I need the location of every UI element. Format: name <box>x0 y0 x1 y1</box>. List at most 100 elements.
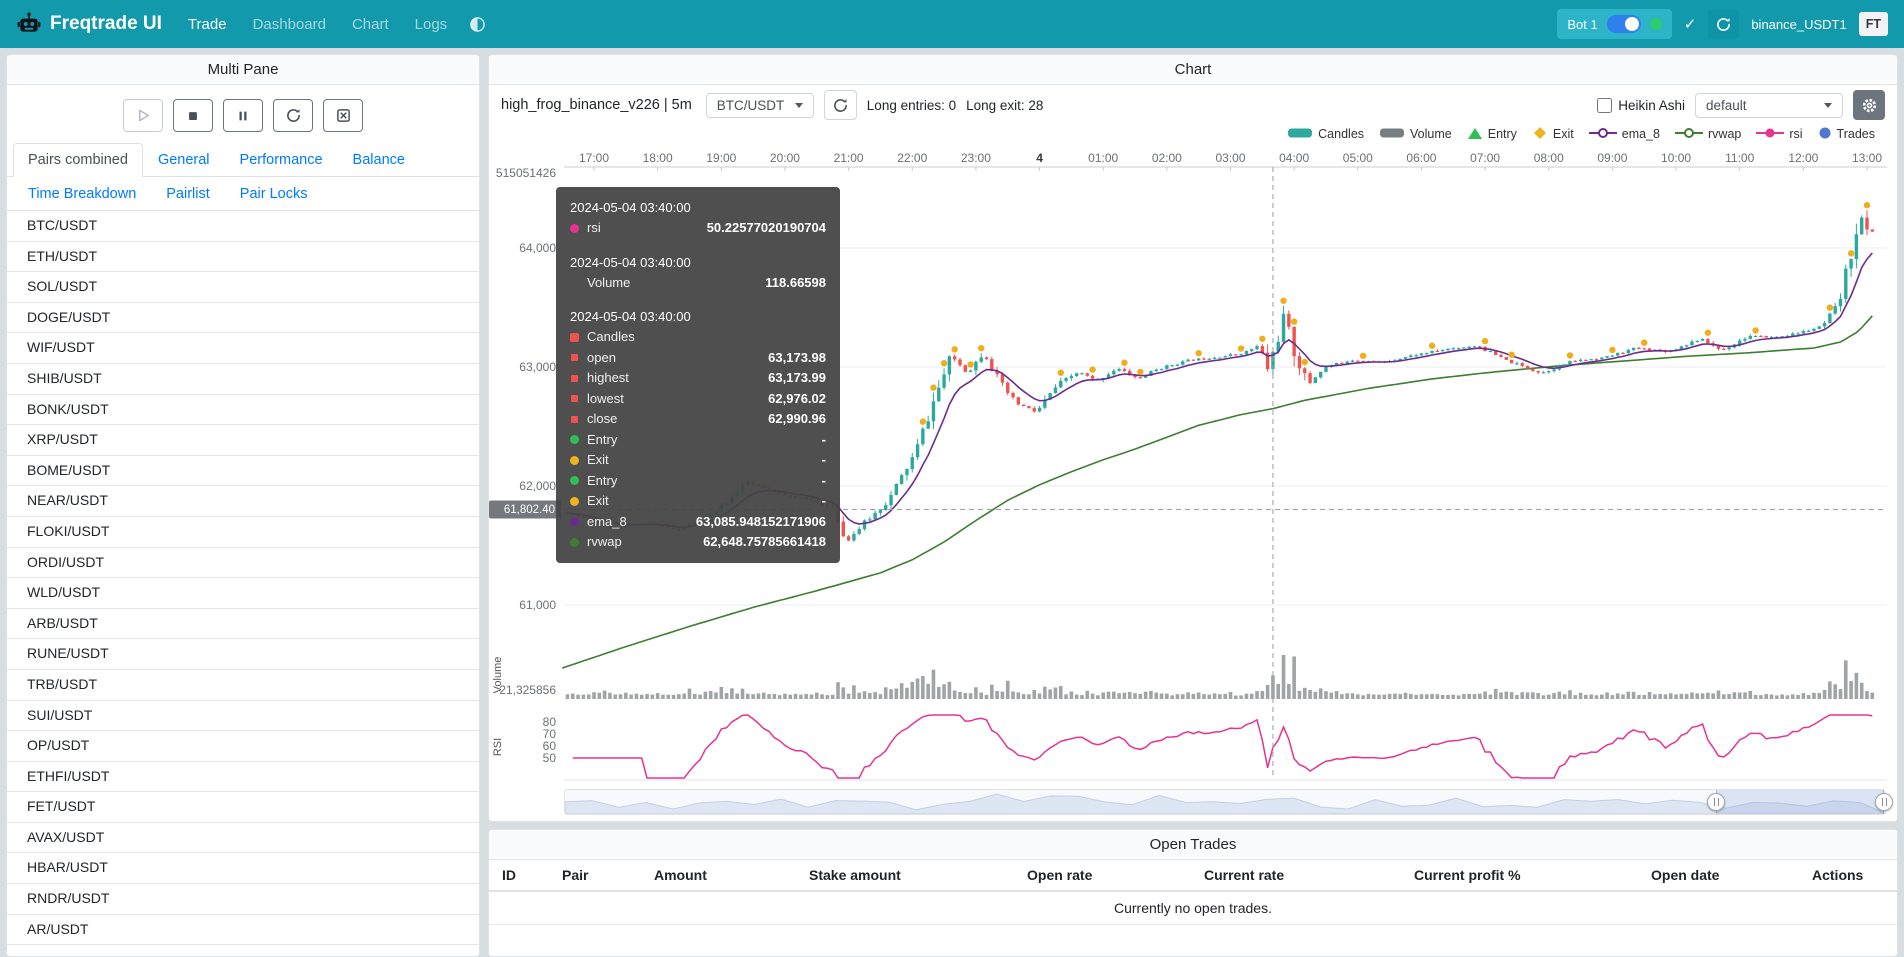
pair-list-item[interactable]: XRP/USDT <box>7 425 479 456</box>
legend-item-rvwap[interactable]: rvwap <box>1675 126 1741 143</box>
datazoom-selection[interactable] <box>1716 790 1884 814</box>
bot-running-toggle[interactable] <box>1607 15 1641 33</box>
candlestick-chart[interactable]: 64,00063,00062,00061,00051505142617:0018… <box>489 147 1897 787</box>
tab-performance[interactable]: Performance <box>225 143 338 177</box>
pair-list-item[interactable]: FET/USDT <box>7 792 479 823</box>
pair-list-item[interactable]: SUI/USDT <box>7 701 479 732</box>
svg-text:17:00: 17:00 <box>579 151 609 165</box>
brand-link[interactable]: Freqtrade UI <box>50 13 162 35</box>
plot-config-select[interactable]: default <box>1695 93 1843 118</box>
tab-pairs-combined[interactable]: Pairs combined <box>13 143 143 177</box>
user-avatar[interactable]: FT <box>1859 12 1888 36</box>
refresh-chart-button[interactable] <box>824 90 857 120</box>
tab-time-breakdown[interactable]: Time Breakdown <box>13 177 151 211</box>
reload-bot-button[interactable] <box>1708 10 1739 39</box>
chart-panel: Chart high_frog_binance_v226 | 5m BTC/US… <box>488 54 1898 822</box>
start-bot-button[interactable] <box>123 99 163 132</box>
pair-list-item[interactable]: AVAX/USDT <box>7 823 479 854</box>
svg-text:12:00: 12:00 <box>1788 151 1818 165</box>
open-trades-empty-message: Currently no open trades. <box>489 892 1897 925</box>
pause-bot-button[interactable] <box>223 99 263 132</box>
svg-text:09:00: 09:00 <box>1597 151 1627 165</box>
freqtrade-robot-logo-icon <box>16 11 42 37</box>
plot-settings-button[interactable] <box>1853 90 1885 120</box>
bot-name-label: Bot 1 <box>1567 17 1597 32</box>
heikin-ashi-toggle[interactable]: Heikin Ashi <box>1597 98 1685 113</box>
pair-list-item[interactable]: SOL/USDT <box>7 272 479 303</box>
svg-text:61,000: 61,000 <box>519 598 556 612</box>
pair-list-item[interactable]: ETH/USDT <box>7 242 479 273</box>
svg-text:02:00: 02:00 <box>1152 151 1182 165</box>
pair-list-item[interactable]: ETHFI/USDT <box>7 762 479 793</box>
bot-selector[interactable]: Bot 1 <box>1557 9 1671 39</box>
datazoom-handle-left[interactable] <box>1707 793 1725 811</box>
pair-list-item[interactable]: BONK/USDT <box>7 395 479 426</box>
svg-text:64,000: 64,000 <box>519 241 556 255</box>
svg-text:04:00: 04:00 <box>1279 151 1309 165</box>
chart-legend: Candles Volume Entry Exit ema_8 rvwap rsi Trade… <box>489 125 1897 147</box>
pair-list-item[interactable]: OP/USDT <box>7 731 479 762</box>
column-header-pair: Pair <box>562 867 654 883</box>
multi-pane-panel: Multi Pane Pairs combinedGeneralPerforma… <box>6 54 480 957</box>
legend-label: ema_8 <box>1622 127 1660 141</box>
pair-list-item[interactable]: WIF/USDT <box>7 333 479 364</box>
tab-pairlist[interactable]: Pairlist <box>151 177 225 211</box>
svg-text:63,000: 63,000 <box>519 360 556 374</box>
nav-link-logs[interactable]: Logs <box>415 16 448 33</box>
pair-list-item[interactable]: BOME/USDT <box>7 456 479 487</box>
tab-general[interactable]: General <box>143 143 225 177</box>
legend-item-exit[interactable]: Exit <box>1532 126 1574 143</box>
cancel-open-orders-button[interactable] <box>323 99 363 132</box>
bot-control-buttons <box>7 85 479 143</box>
tab-balance[interactable]: Balance <box>338 143 420 177</box>
reload-config-button[interactable] <box>273 99 313 132</box>
theme-toggle-icon[interactable] <box>469 16 486 33</box>
pair-list-item[interactable]: SHIB/USDT <box>7 364 479 395</box>
stop-bot-button[interactable] <box>173 99 213 132</box>
pair-list-item[interactable]: ORDI/USDT <box>7 548 479 579</box>
tab-pair-locks[interactable]: Pair Locks <box>225 177 323 211</box>
nav-link-chart[interactable]: Chart <box>352 16 389 33</box>
pair-list-item[interactable]: RNDR/USDT <box>7 884 479 915</box>
svg-text:21,325856: 21,325856 <box>499 683 556 697</box>
svg-text:18:00: 18:00 <box>643 151 673 165</box>
multi-pane-tabs-row-1: Pairs combinedGeneralPerformanceBalance <box>7 143 479 177</box>
legend-item-trades[interactable]: Trades <box>1818 126 1875 143</box>
trades-legend-marker <box>1818 126 1832 143</box>
legend-item-ema-8[interactable]: ema_8 <box>1589 126 1660 143</box>
entry-legend-marker <box>1467 126 1483 143</box>
chart-toolbar: high_frog_binance_v226 | 5m BTC/USDT Lon… <box>489 85 1897 125</box>
main-nav: Trade Dashboard Chart Logs <box>188 16 447 33</box>
pair-list-item[interactable]: HBAR/USDT <box>7 853 479 884</box>
heikin-ashi-checkbox[interactable] <box>1597 98 1612 113</box>
pair-list-item[interactable]: AR/USDT <box>7 915 479 946</box>
datazoom-slider[interactable] <box>564 789 1885 815</box>
pair-select-value: BTC/USDT <box>717 98 785 113</box>
pair-select[interactable]: BTC/USDT <box>706 93 814 118</box>
pair-list-item[interactable]: BTC/USDT <box>7 211 479 242</box>
legend-item-rsi[interactable]: rsi <box>1756 126 1802 143</box>
column-header-id: ID <box>502 867 562 883</box>
pair-list-item[interactable]: WLD/USDT <box>7 578 479 609</box>
legend-item-candles[interactable]: Candles <box>1287 126 1364 143</box>
legend-item-entry[interactable]: Entry <box>1467 126 1517 143</box>
pair-list-item[interactable]: ARB/USDT <box>7 609 479 640</box>
svg-text:RSI: RSI <box>492 738 504 756</box>
nav-link-dashboard[interactable]: Dashboard <box>253 16 326 33</box>
pair-list-item[interactable]: NEAR/USDT <box>7 486 479 517</box>
pair-list-item[interactable]: FLOKI/USDT <box>7 517 479 548</box>
column-header-open-rate: Open rate <box>1027 867 1204 883</box>
column-header-stake-amount: Stake amount <box>809 867 1027 883</box>
svg-text:21:00: 21:00 <box>834 151 864 165</box>
legend-label: Trades <box>1837 127 1875 141</box>
pair-list-item[interactable]: RUNE/USDT <box>7 639 479 670</box>
open-trades-panel: Open Trades IDPairAmountStake amountOpen… <box>488 829 1898 957</box>
legend-label: rvwap <box>1708 127 1741 141</box>
column-header-current-profit: Current profit % <box>1414 867 1651 883</box>
pair-list-item[interactable]: DOGE/USDT <box>7 303 479 334</box>
svg-text:10:00: 10:00 <box>1661 151 1691 165</box>
nav-link-trade[interactable]: Trade <box>188 16 227 33</box>
legend-item-volume[interactable]: Volume <box>1379 126 1452 143</box>
datazoom-handle-right[interactable] <box>1875 793 1893 811</box>
pair-list-item[interactable]: TRB/USDT <box>7 670 479 701</box>
